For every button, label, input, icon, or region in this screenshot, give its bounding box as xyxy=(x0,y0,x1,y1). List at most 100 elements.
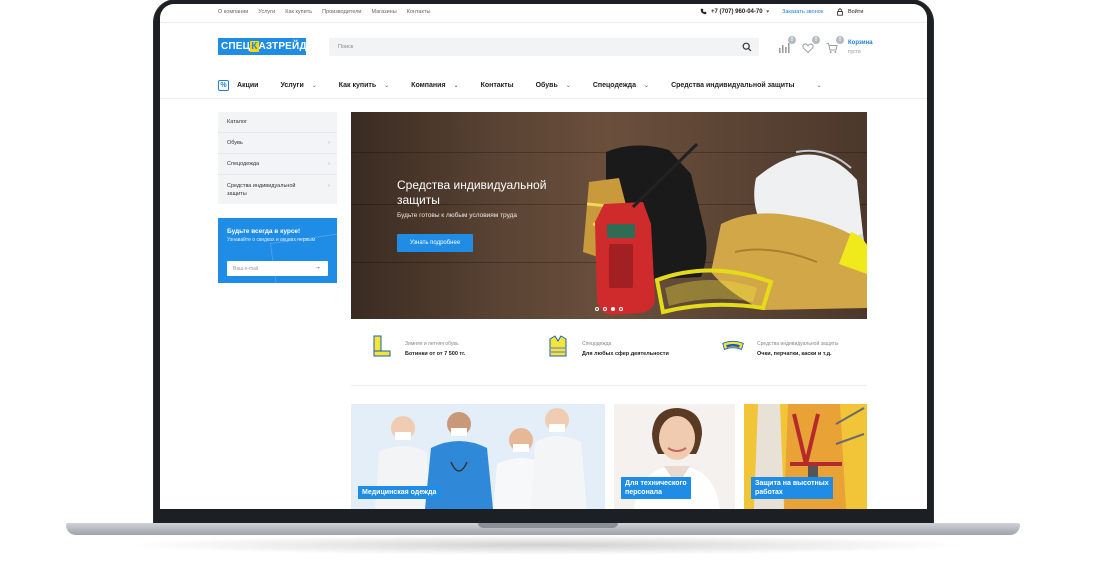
laptop-notch xyxy=(478,523,618,528)
slider-dot-3[interactable] xyxy=(611,307,615,311)
boot-icon xyxy=(373,335,391,357)
main-menu: % Акции Услуги ⌄ Как купить ⌄ Компания ⌄… xyxy=(218,76,868,94)
chevron-down-icon: ▾ xyxy=(766,8,770,15)
menu-item-services[interactable]: Услуги ⌄ xyxy=(280,82,316,89)
menu-item-how-to-buy[interactable]: Как купить ⌄ xyxy=(339,82,389,89)
menu-item-company[interactable]: Компания ⌄ xyxy=(411,82,458,89)
feature-subtitle: Спецодежда xyxy=(582,341,612,347)
cart-button[interactable]: 0 xyxy=(826,36,844,53)
top-link-services[interactable]: Услуги xyxy=(258,9,275,15)
top-link-about[interactable]: О компании xyxy=(218,9,248,15)
favorites-count-badge: 0 xyxy=(812,36,820,44)
phone-block[interactable]: +7 (707) 960-04-70 ▾ xyxy=(700,8,769,15)
search-placeholder: Поиск xyxy=(338,44,354,50)
percent-icon: % xyxy=(218,79,229,91)
catalog-item-footwear[interactable]: Обувь › xyxy=(218,133,337,154)
tile-label-line: персонала xyxy=(625,489,663,496)
hero-banner[interactable]: Средства индивидуальной защиты Будьте го… xyxy=(351,112,867,319)
feature-title: Очки, перчатки, каски и т.д. xyxy=(757,351,832,357)
chevron-down-icon: ⌄ xyxy=(453,82,459,89)
subscribe-text: Узнавайте о скидках и акциях первым xyxy=(227,237,316,243)
chevron-down-icon: ⌄ xyxy=(384,82,390,89)
chevron-down-icon: ⌄ xyxy=(311,82,317,89)
divider xyxy=(160,98,927,99)
tile-label: Медицинская одежда xyxy=(358,486,441,499)
menu-item-promo[interactable]: % Акции xyxy=(218,79,259,91)
top-link-how-to-buy[interactable]: Как купить xyxy=(285,9,312,15)
top-bar: О компании Услуги Как купить Производите… xyxy=(160,4,927,22)
slider-dot-4[interactable] xyxy=(619,307,623,311)
menu-label-workwear: Спецодежда xyxy=(592,81,637,89)
phone-icon xyxy=(700,8,707,15)
catalog-sidebar: Каталог Обувь › Спецодежда › Средства ин… xyxy=(218,112,337,204)
compare-button[interactable]: 0 xyxy=(778,36,796,53)
menu-label-how-to-buy: Как купить xyxy=(338,81,377,89)
banner-title: Средства индивидуальной защиты xyxy=(397,178,547,207)
login-link[interactable]: Войти xyxy=(836,8,863,16)
cart-title[interactable]: Корзина xyxy=(848,40,873,46)
category-tile-medical[interactable]: Медицинская одежда xyxy=(351,404,605,509)
top-link-manufacturers[interactable]: Производители xyxy=(322,9,361,15)
menu-label-services: Услуги xyxy=(280,81,304,89)
chevron-down-icon: ⌄ xyxy=(565,82,571,89)
search-input[interactable]: Поиск xyxy=(329,38,759,56)
catalog-heading[interactable]: Каталог xyxy=(218,112,337,133)
menu-item-ppe[interactable]: Средства индивидуальной защиты ⌄ xyxy=(671,82,821,89)
chevron-down-icon: ⌄ xyxy=(816,82,822,89)
tile-label-line: работах xyxy=(755,489,783,496)
chevron-down-icon: ⌄ xyxy=(644,82,650,89)
header-actions: 0 0 0 xyxy=(778,36,844,54)
menu-item-contacts[interactable]: Контакты xyxy=(481,82,514,89)
lock-icon xyxy=(837,8,843,16)
search-icon[interactable] xyxy=(742,42,752,52)
vest-icon xyxy=(549,335,567,357)
heart-icon xyxy=(802,43,814,54)
tile-label: Защита на высотных работах xyxy=(751,477,833,499)
website-screen: О компании Услуги Как купить Производите… xyxy=(160,4,927,509)
divider xyxy=(351,385,867,386)
compare-count-badge: 0 xyxy=(788,36,796,44)
chevron-right-icon: › xyxy=(328,161,330,167)
menu-item-footwear[interactable]: Обувь ⌄ xyxy=(536,82,571,89)
top-link-stores[interactable]: Магазины xyxy=(371,9,396,15)
features-row: Зимняя и летняя обувь Ботинки от от 7 50… xyxy=(351,334,867,362)
logo-text-1: СПЕЦ xyxy=(221,41,251,52)
category-tile-technical-staff[interactable]: Для технического персонала xyxy=(614,404,735,509)
catalog-item-ppe[interactable]: Средства индивидуальной защиты › xyxy=(218,175,337,204)
tile-label-line: Защита на высотных xyxy=(755,480,829,487)
favorites-button[interactable]: 0 xyxy=(802,36,820,54)
site-logo[interactable]: СПЕЦ К АЗТРЕЙД xyxy=(218,38,307,55)
chevron-right-icon: › xyxy=(328,140,330,146)
logo-text-2: АЗТРЕЙД xyxy=(258,41,307,52)
feature-subtitle: Зимняя и летняя обувь xyxy=(405,341,459,347)
slider-dot-1[interactable] xyxy=(595,307,599,311)
laptop-mockup: О компании Услуги Как купить Производите… xyxy=(0,0,1097,583)
learn-more-button[interactable]: Узнать подробнее xyxy=(397,234,473,252)
logo-text-highlight: К xyxy=(250,41,259,52)
goggles-icon xyxy=(722,340,744,351)
category-tile-height-safety[interactable]: Защита на высотных работах xyxy=(744,404,867,509)
menu-item-workwear[interactable]: Спецодежда ⌄ xyxy=(593,82,649,89)
slider-dot-2[interactable] xyxy=(603,307,607,311)
catalog-item-workwear[interactable]: Спецодежда › xyxy=(218,154,337,175)
catalog-item-label: Обувь xyxy=(227,140,243,146)
menu-label-ppe: Средства индивидуальной защиты xyxy=(671,81,795,89)
bar-chart-icon xyxy=(779,43,790,53)
menu-label-promo: Акции xyxy=(237,81,259,89)
catalog-heading-label: Каталог xyxy=(227,119,247,125)
cart-status: пуста xyxy=(848,49,861,55)
top-link-contacts[interactable]: Контакты xyxy=(407,9,431,15)
email-field[interactable]: Ваш e-mail → xyxy=(227,261,328,276)
menu-label-company: Компания xyxy=(411,81,446,89)
login-label: Войти xyxy=(848,9,864,15)
catalog-item-label: Спецодежда xyxy=(227,161,260,167)
feature-title: Ботинки от от 7 500 тг. xyxy=(405,351,466,357)
callback-link[interactable]: Заказать звонок xyxy=(782,9,823,15)
menu-label-footwear: Обувь xyxy=(535,81,558,89)
banner-subtitle: Будьте готовы к любым условиям труда xyxy=(397,212,518,219)
feature-title: Для любых сфер деятельности xyxy=(582,351,669,357)
subscribe-title: Будьте всегда в курсе! xyxy=(227,228,301,235)
arrow-right-icon[interactable]: → xyxy=(314,264,321,271)
feature-subtitle: Средства индивидуальной защиты xyxy=(757,341,839,347)
slider-dots xyxy=(595,307,623,311)
